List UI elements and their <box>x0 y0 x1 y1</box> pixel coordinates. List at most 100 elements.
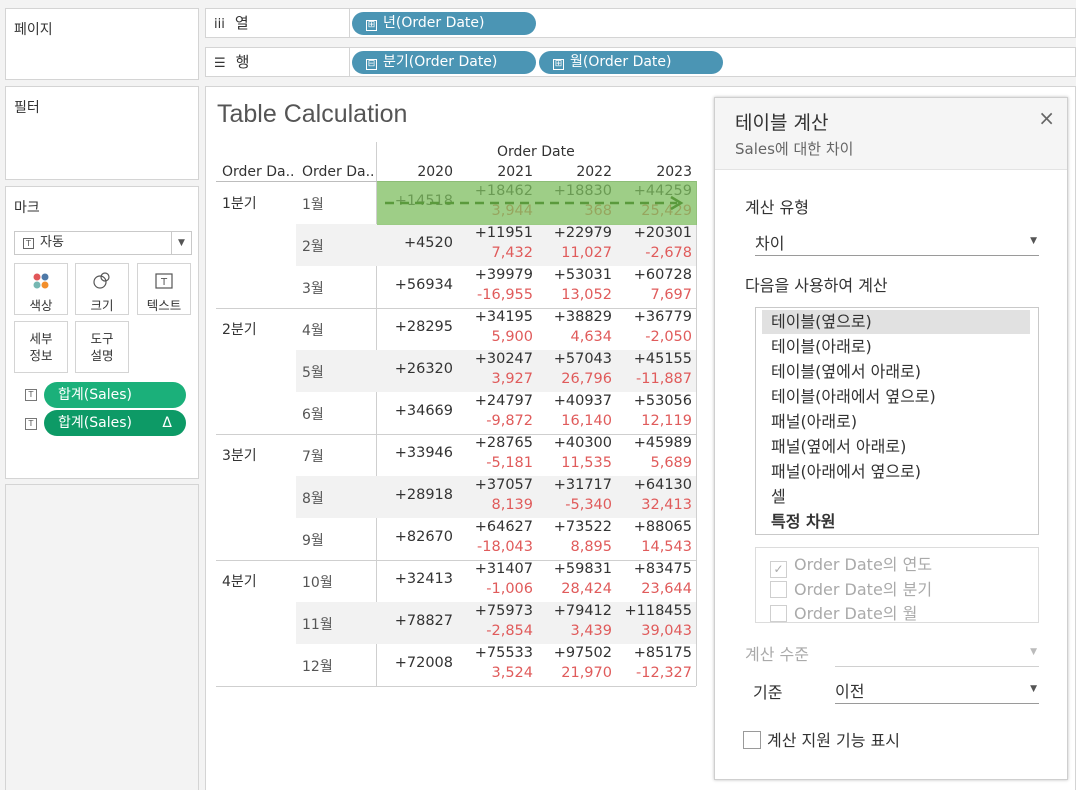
difference-value[interactable]: -2,854 <box>453 623 533 639</box>
detail-button[interactable]: 세부 정보 <box>14 321 68 373</box>
sales-value[interactable]: +40300 <box>532 435 612 451</box>
show-calc-assist-checkbox[interactable]: 계산 지원 기능 표시 <box>743 727 900 751</box>
compute-option[interactable]: 특정 차원 <box>762 510 1030 534</box>
difference-value[interactable]: 4,634 <box>532 329 612 345</box>
month-label[interactable]: 12월 <box>302 656 333 676</box>
month-label[interactable]: 8월 <box>302 488 324 508</box>
difference-value[interactable]: 3,927 <box>453 371 533 387</box>
year-header[interactable]: 2021 <box>488 164 533 180</box>
difference-value[interactable]: -2,678 <box>612 245 692 261</box>
level-select[interactable]: ▼ <box>835 641 1039 667</box>
relative-to-select[interactable]: 이전 ▼ <box>835 678 1039 704</box>
month-label[interactable]: 1월 <box>302 194 324 214</box>
sales-value[interactable]: +31407 <box>453 561 533 577</box>
difference-value[interactable]: 3,439 <box>532 623 612 639</box>
sales-value[interactable]: +53056 <box>612 393 692 409</box>
sales-value[interactable]: +28918 <box>373 487 453 503</box>
quarter-label[interactable]: 3분기 <box>222 445 257 465</box>
sales-value[interactable]: +72008 <box>373 655 453 671</box>
difference-value[interactable]: -5,181 <box>453 455 533 471</box>
sales-value[interactable]: +40937 <box>532 393 612 409</box>
sales-value[interactable]: +82670 <box>373 529 453 545</box>
sales-value[interactable]: +64627 <box>453 519 533 535</box>
sales-diff-field-pill[interactable]: 합계(Sales) Δ <box>44 410 186 436</box>
year-header[interactable]: 2020 <box>408 164 453 180</box>
quarter-label[interactable]: 1분기 <box>222 193 257 213</box>
calc-type-select[interactable]: 차이 ▼ <box>755 230 1039 256</box>
sales-value[interactable]: +118455 <box>612 603 692 619</box>
month-label[interactable]: 11월 <box>302 614 333 634</box>
sales-value[interactable]: +78827 <box>373 613 453 629</box>
difference-value[interactable]: 13,052 <box>532 287 612 303</box>
difference-value[interactable]: -2,050 <box>612 329 692 345</box>
close-icon[interactable]: × <box>1038 106 1055 130</box>
sales-value[interactable]: +33946 <box>373 445 453 461</box>
sales-value[interactable]: +39979 <box>453 267 533 283</box>
difference-value[interactable]: 8,139 <box>453 497 533 513</box>
sales-value[interactable]: +53031 <box>532 267 612 283</box>
difference-value[interactable]: 23,644 <box>612 581 692 597</box>
month-order-date-pill[interactable]: ⊞ 월(Order Date) <box>539 51 723 74</box>
sales-value[interactable]: +20301 <box>612 225 692 241</box>
difference-value[interactable]: -5,340 <box>532 497 612 513</box>
compute-option[interactable]: 셀 <box>762 485 1030 509</box>
difference-value[interactable]: 11,535 <box>532 455 612 471</box>
sales-value[interactable]: +28765 <box>453 435 533 451</box>
sales-value[interactable]: +83475 <box>612 561 692 577</box>
difference-value[interactable]: 28,424 <box>532 581 612 597</box>
columns-shelf[interactable]: iii 열 ⊞ 년(Order Date) <box>205 8 1076 38</box>
row-header-quarter[interactable]: Order Da.. <box>222 164 295 180</box>
difference-value[interactable]: 8,895 <box>532 539 612 555</box>
year-order-date-pill[interactable]: ⊞ 년(Order Date) <box>352 12 536 35</box>
difference-value[interactable]: -9,872 <box>453 413 533 429</box>
sales-value[interactable]: +97502 <box>532 645 612 661</box>
quarter-order-date-pill[interactable]: ⊟ 분기(Order Date) <box>352 51 536 74</box>
quarter-label[interactable]: 2분기 <box>222 319 257 339</box>
sales-value[interactable]: +22979 <box>532 225 612 241</box>
sales-value[interactable]: +28295 <box>373 319 453 335</box>
sales-value[interactable]: +31717 <box>532 477 612 493</box>
sales-value[interactable]: +34669 <box>373 403 453 419</box>
compute-option[interactable]: 테이블(옆에서 아래로) <box>762 360 1030 384</box>
difference-value[interactable]: 5,689 <box>612 455 692 471</box>
sales-value[interactable]: +59831 <box>532 561 612 577</box>
compute-option[interactable]: 패널(아래에서 옆으로) <box>762 460 1030 484</box>
dimension-year-checkbox[interactable]: ✓ Order Date의 연도 <box>770 551 932 578</box>
sales-value[interactable]: +64130 <box>612 477 692 493</box>
sales-value[interactable]: +75533 <box>453 645 533 661</box>
year-header[interactable]: 2023 <box>647 164 692 180</box>
column-field-header[interactable]: Order Date <box>497 144 575 160</box>
color-button[interactable]: 색상 <box>14 263 68 315</box>
sales-value[interactable]: +60728 <box>612 267 692 283</box>
tooltip-button[interactable]: 도구 설명 <box>75 321 129 373</box>
difference-value[interactable]: 3,524 <box>453 665 533 681</box>
sales-value[interactable]: +36779 <box>612 309 692 325</box>
sales-value[interactable]: +56934 <box>373 277 453 293</box>
difference-value[interactable]: 21,970 <box>532 665 612 681</box>
row-header-month[interactable]: Order Da.. <box>302 164 375 180</box>
compute-option[interactable]: 테이블(아래로) <box>762 335 1030 359</box>
sales-value[interactable]: +11951 <box>453 225 533 241</box>
difference-value[interactable]: 32,413 <box>612 497 692 513</box>
difference-value[interactable]: -18,043 <box>453 539 533 555</box>
month-label[interactable]: 3월 <box>302 278 324 298</box>
month-label[interactable]: 9월 <box>302 530 324 550</box>
dimension-quarter-checkbox[interactable]: Order Date의 분기 <box>770 576 932 600</box>
compute-option[interactable]: 패널(옆에서 아래로) <box>762 435 1030 459</box>
difference-value[interactable]: -1,006 <box>453 581 533 597</box>
difference-value[interactable]: 14,543 <box>612 539 692 555</box>
rows-shelf[interactable]: ☰ 행 ⊟ 분기(Order Date) ⊞ 월(Order Date) <box>205 47 1076 77</box>
sales-value[interactable]: +38829 <box>532 309 612 325</box>
sales-value[interactable]: +88065 <box>612 519 692 535</box>
dimension-month-checkbox[interactable]: Order Date의 월 <box>770 600 917 624</box>
compute-option[interactable]: 테이블(아래에서 옆으로) <box>762 385 1030 409</box>
difference-value[interactable]: 7,697 <box>612 287 692 303</box>
month-label[interactable]: 7월 <box>302 446 324 466</box>
difference-value[interactable]: 39,043 <box>612 623 692 639</box>
sales-value[interactable]: +79412 <box>532 603 612 619</box>
difference-value[interactable]: 11,027 <box>532 245 612 261</box>
difference-value[interactable]: 26,796 <box>532 371 612 387</box>
sales-field-pill[interactable]: 합계(Sales) <box>44 382 186 408</box>
filters-card[interactable]: 필터 <box>5 86 199 180</box>
month-label[interactable]: 4월 <box>302 320 324 340</box>
